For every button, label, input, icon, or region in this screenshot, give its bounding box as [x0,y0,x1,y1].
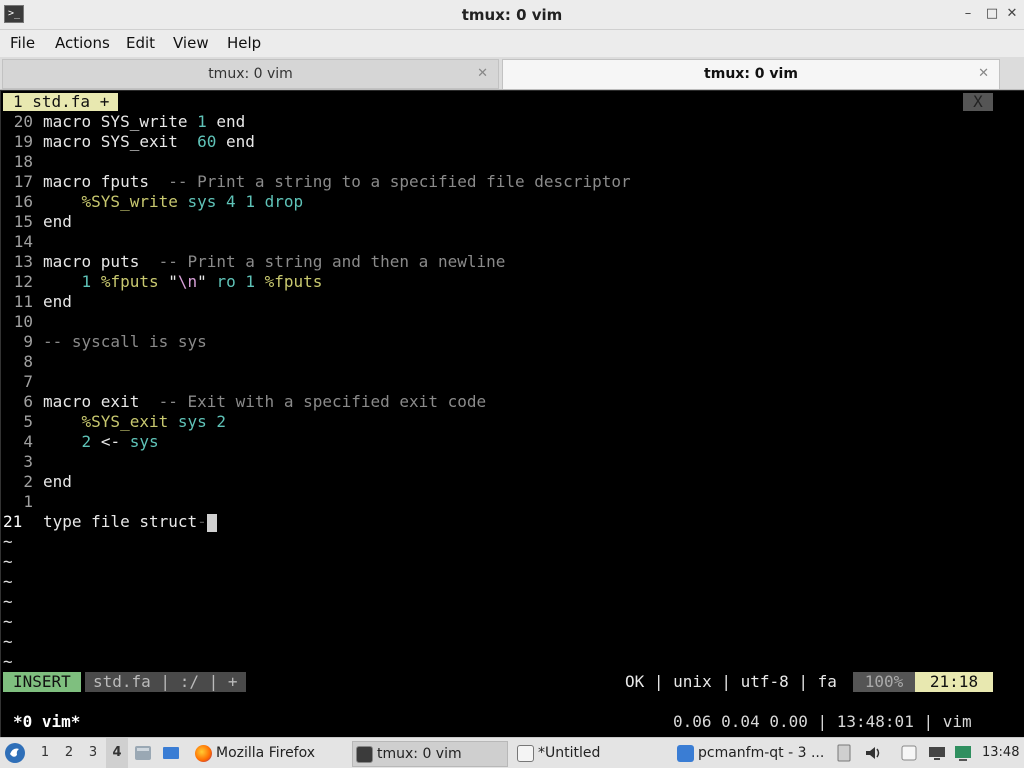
code-line: 1 [23,492,33,511]
tab-label: tmux: 0 vim [208,66,293,82]
vim-file-info: std.fa | :/ | + [85,672,246,692]
code-line: 3 [23,452,33,471]
folder-icon [677,745,694,762]
code-line: 7 [23,372,33,391]
code-line: 9 -- syscall is sys [23,332,207,351]
lxqt-logo-icon [5,743,25,763]
code-line: 13 macro puts -- Print a string and then … [13,252,506,271]
minimize-button[interactable]: – [960,6,976,22]
empty-line-marker: ~ [3,632,13,651]
tab-tmux-1[interactable]: tmux: 0 vim ✕ [2,59,499,89]
code-line: 4 2 <- sys [23,432,159,451]
volume-icon[interactable] [864,744,882,762]
menu-bar: File Actions Edit View Help [0,30,1024,57]
code-line: 17 macro fputs -- Print a string to a spe… [13,172,631,191]
task-label: *Untitled [538,745,601,761]
code-line: 11 end [13,292,72,311]
tmux-status-right: 0.06 0.04 0.00 | 13:48:01 | vim [673,712,972,731]
text-cursor [206,513,217,532]
text-editor-icon [517,745,534,762]
terminal-tab-bar: tmux: 0 vim ✕ tmux: 0 vim ✕ [0,57,1024,90]
vim-mode-indicator: INSERT [3,672,81,692]
files-launcher[interactable] [134,738,154,768]
close-window-button[interactable]: ✕ [1004,6,1020,22]
vim-buffer-tab[interactable]: 1 std.fa + [3,93,119,111]
empty-line-marker: ~ [3,532,13,551]
vim-tab-close-button[interactable]: X [963,93,993,111]
workspace-2[interactable]: 2 [58,738,80,768]
task-label: tmux: 0 vim [377,746,462,762]
code-line: 5 %SYS_exit sys 2 [23,412,227,431]
task-firefox[interactable]: Mozilla Firefox [192,741,342,767]
tab-close-icon[interactable]: ✕ [978,60,989,88]
empty-line-marker: ~ [3,572,13,591]
notes-tray-icon[interactable] [900,744,918,762]
window-titlebar: >_ tmux: 0 vim – □ ✕ [0,0,1024,30]
workspace-4[interactable]: 4 [106,738,128,768]
empty-line-marker: ~ [3,612,13,631]
task-label: pcmanfm-qt - 3 ... [698,745,825,761]
network-icon[interactable] [928,744,946,762]
code-line: 12 1 %fputs "\n" ro 1 %fputs [13,272,323,291]
code-line-current: 21 type file struct- [3,512,217,532]
menu-help[interactable]: Help [227,34,261,52]
tab-label: tmux: 0 vim [704,66,798,82]
window-title: tmux: 0 vim [461,6,563,24]
menu-view[interactable]: View [173,34,209,52]
code-line: 14 [13,232,33,251]
start-menu-button[interactable] [4,738,30,768]
task-text-editor[interactable]: *Untitled [514,741,666,767]
clipboard-tray-icon[interactable] [836,744,854,762]
taskbar: 1 2 3 4 Mozilla Firefox tmux: 0 vim *Unt… [0,737,1024,768]
terminal-area[interactable]: 1 std.fa + X 20 macro SYS_write 1 end 19 m… [0,91,1024,737]
firefox-icon [195,745,212,762]
menu-actions[interactable]: Actions [55,34,110,52]
code-line: 15 end [13,212,72,231]
show-desktop-icon [163,747,179,759]
code-line: 8 [23,352,33,371]
task-terminal[interactable]: tmux: 0 vim [352,741,508,767]
code-line: 19 macro SYS_exit 60 end [13,132,255,151]
tab-close-icon[interactable]: ✕ [477,60,488,88]
empty-line-marker: ~ [3,552,13,571]
menu-file[interactable]: File [10,34,35,52]
empty-line-marker: ~ [3,652,13,671]
code-line: 2 end [23,472,72,491]
code-line: 18 [13,152,33,171]
clock[interactable]: 13:48 [982,738,1022,768]
vim-scroll-percent: 100% [853,672,915,692]
code-line: 6 macro exit -- Exit with a specified exi… [23,392,487,411]
empty-line-marker: ~ [3,592,13,611]
menu-edit[interactable]: Edit [126,34,155,52]
file-manager-icon [135,746,151,760]
maximize-button[interactable]: □ [984,6,1000,22]
code-line: 20 macro SYS_write 1 end [13,112,246,131]
desktop-launcher[interactable] [162,738,182,768]
task-file-manager[interactable]: pcmanfm-qt - 3 ... [674,741,830,767]
workspace-3[interactable]: 3 [82,738,104,768]
vim-statusline: INSERT std.fa | :/ | + OK | unix | utf-8… [3,672,993,692]
tmux-window-label[interactable]: *0 vim* [13,711,80,733]
code-line: 16 %SYS_write sys 4 1 drop [13,192,304,211]
code-line: 10 [13,312,33,331]
tab-tmux-2[interactable]: tmux: 0 vim ✕ [502,59,1000,89]
terminal-icon [356,746,373,763]
vim-cursor-position: 21:18 [915,672,993,692]
task-label: Mozilla Firefox [216,745,316,761]
tmux-status-bar: *0 vim* 0.06 0.04 0.00 | 13:48:01 | vim [1,711,1024,733]
workspace-1[interactable]: 1 [34,738,56,768]
vim-file-format-info: OK | unix | utf-8 | fa [625,672,837,691]
update-notifier-icon[interactable] [954,744,972,762]
